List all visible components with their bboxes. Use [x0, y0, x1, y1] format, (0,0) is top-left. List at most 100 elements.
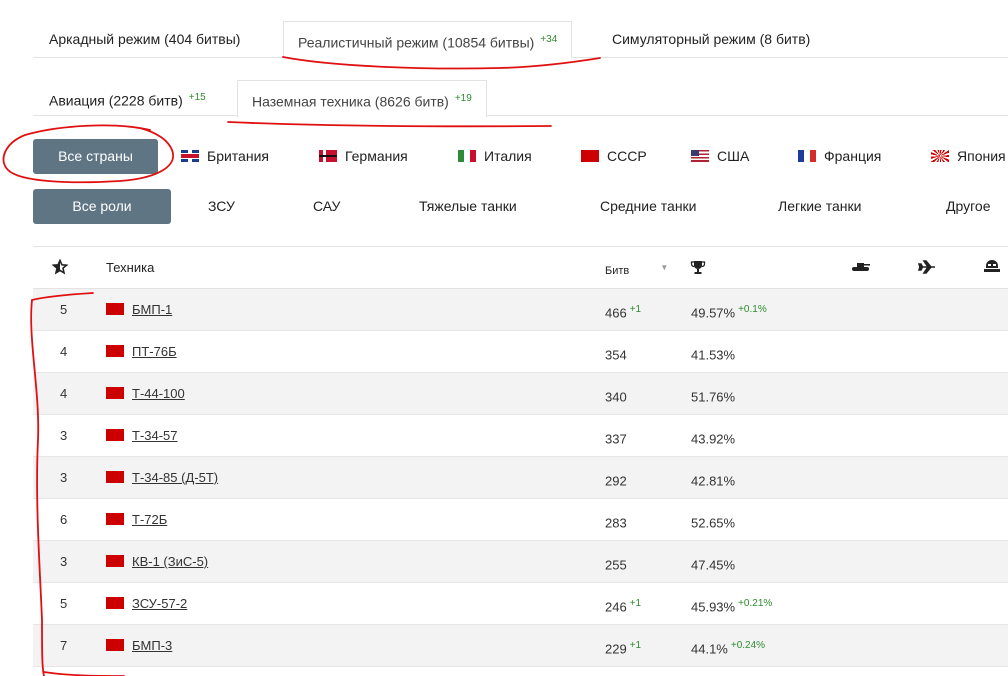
- table-row[interactable]: 3 КВ-1 (ЗиС-5) 255 47.45%: [33, 541, 1008, 583]
- ground-kills-icon[interactable]: [851, 247, 871, 289]
- vehicle-type-tabs: Авиация (2228 битв) +15 Наземная техника …: [33, 80, 1008, 118]
- rank-cell: 4: [60, 344, 68, 359]
- country-germany[interactable]: Германия: [319, 139, 408, 174]
- trophy-icon[interactable]: [690, 247, 706, 289]
- rank-star-icon[interactable]: [51, 247, 70, 289]
- battles-delta: +1: [629, 640, 642, 651]
- role-spaa[interactable]: ЗСУ: [208, 189, 235, 224]
- battles-cell: 255: [605, 557, 627, 573]
- table-header: Техника Битв ▼: [33, 247, 1008, 289]
- winrate-delta: +0.1%: [738, 304, 767, 315]
- table-row[interactable]: 5 ЗСУ-57-2 246 +1 45.93% +0.21%: [33, 583, 1008, 625]
- rank-cell: 7: [60, 638, 68, 653]
- winrate-cell: 47.45%: [691, 557, 736, 573]
- table-body: 5 БМП-1 466 +1 49.57% +0.1% 4 ПТ-76Б 354 41.53% 4 Т…: [33, 289, 1008, 667]
- battles-cell: 340: [605, 389, 627, 405]
- table-row[interactable]: 4 ПТ-76Б 354 41.53%: [33, 331, 1008, 373]
- vehicle-cell: Т-44-100: [106, 373, 185, 415]
- vehicle-link[interactable]: БМП-1: [132, 302, 172, 317]
- ussr-flag-icon: [106, 471, 124, 483]
- vehicle-cell: Т-72Б: [106, 499, 167, 541]
- battles-delta-badge: +34: [540, 34, 558, 45]
- battles-delta: +1: [629, 598, 642, 609]
- table-row[interactable]: 4 Т-44-100 340 51.76%: [33, 373, 1008, 415]
- ussr-flag-icon: [106, 387, 124, 399]
- tab-ground-vehicles[interactable]: Наземная техника (8626 битв) +19: [237, 80, 487, 118]
- usa-flag-icon: [691, 150, 709, 162]
- battles-cell: 292: [605, 473, 627, 489]
- country-ussr[interactable]: СССР: [581, 139, 647, 174]
- vehicle-link[interactable]: ПТ-76Б: [132, 344, 177, 359]
- tab-arcade[interactable]: Аркадный режим (404 битвы): [49, 21, 240, 58]
- air-kills-icon[interactable]: [917, 247, 936, 289]
- ussr-flag-icon: [106, 639, 124, 651]
- battles-delta: +1: [629, 304, 642, 315]
- role-other[interactable]: Другое: [946, 189, 990, 224]
- country-france[interactable]: Франция: [798, 139, 881, 174]
- tab-realistic[interactable]: Реалистичный режим (10854 битвы) +34: [283, 21, 573, 59]
- role-spg[interactable]: САУ: [313, 189, 340, 224]
- vehicle-link[interactable]: Т-44-100: [132, 386, 185, 401]
- col-vehicle[interactable]: Техника: [106, 247, 154, 289]
- battles-delta-badge: +15: [188, 92, 206, 103]
- ussr-flag-icon: [106, 429, 124, 441]
- table-row[interactable]: 5 БМП-1 466 +1 49.57% +0.1%: [33, 289, 1008, 331]
- winrate-cell: 45.93% +0.21%: [691, 598, 773, 615]
- winrate-cell: 43.92%: [691, 431, 736, 447]
- winrate-cell: 49.57% +0.1%: [691, 304, 767, 321]
- vehicle-link[interactable]: БМП-3: [132, 638, 172, 653]
- country-usa[interactable]: США: [691, 139, 749, 174]
- vehicle-link[interactable]: КВ-1 (ЗиС-5): [132, 554, 208, 569]
- vehicle-link[interactable]: ЗСУ-57-2: [132, 596, 187, 611]
- ussr-flag-icon: [106, 513, 124, 525]
- ussr-flag-icon: [106, 555, 124, 567]
- table-row[interactable]: 3 Т-34-57 337 43.92%: [33, 415, 1008, 457]
- col-battles[interactable]: Битв ▼: [605, 247, 668, 289]
- all-countries-button[interactable]: Все страны: [33, 139, 158, 174]
- vehicle-link[interactable]: Т-72Б: [132, 512, 167, 527]
- role-heavy-tanks[interactable]: Тяжелые танки: [419, 189, 517, 224]
- table-row[interactable]: 3 Т-34-85 (Д-5Т) 292 42.81%: [33, 457, 1008, 499]
- vehicle-cell: БМП-3: [106, 625, 172, 667]
- role-medium-tanks[interactable]: Средние танки: [600, 189, 697, 224]
- winrate-cell: 41.53%: [691, 347, 736, 363]
- tab-aviation[interactable]: Авиация (2228 битв) +15: [49, 80, 206, 117]
- rank-cell: 4: [60, 386, 68, 401]
- vehicle-stats-table: Техника Битв ▼ 5 БМП-1 466 +1 49.57% +0.…: [33, 246, 1008, 667]
- germany-flag-icon: [319, 150, 337, 162]
- deaths-icon[interactable]: [983, 247, 1001, 289]
- role-light-tanks[interactable]: Легкие танки: [778, 189, 861, 224]
- vehicle-cell: ЗСУ-57-2: [106, 583, 187, 625]
- rank-cell: 5: [60, 302, 68, 317]
- winrate-cell: 51.76%: [691, 389, 736, 405]
- rank-cell: 3: [60, 428, 68, 443]
- vehicle-link[interactable]: Т-34-85 (Д-5Т): [132, 470, 218, 485]
- winrate-cell: 52.65%: [691, 515, 736, 531]
- country-japan[interactable]: Япония: [931, 139, 1006, 174]
- ussr-flag-icon: [106, 597, 124, 609]
- vehicle-cell: Т-34-85 (Д-5Т): [106, 457, 218, 499]
- table-row[interactable]: 6 Т-72Б 283 52.65%: [33, 499, 1008, 541]
- ussr-flag-icon: [106, 345, 124, 357]
- table-row[interactable]: 7 БМП-3 229 +1 44.1% +0.24%: [33, 625, 1008, 667]
- vehicle-cell: ПТ-76Б: [106, 331, 177, 373]
- tab-simulator[interactable]: Симуляторный режим (8 битв): [612, 21, 810, 58]
- vehicle-link[interactable]: Т-34-57: [132, 428, 178, 443]
- ussr-flag-icon: [106, 303, 124, 315]
- uk-flag-icon: [181, 150, 199, 162]
- battles-delta-badge: +19: [454, 93, 472, 104]
- country-italy[interactable]: Италия: [458, 139, 532, 174]
- country-britain[interactable]: Британия: [181, 139, 269, 174]
- rank-cell: 3: [60, 554, 68, 569]
- role-filter: Все роли ЗСУ САУ Тяжелые танки Средние т…: [33, 189, 1008, 224]
- mode-tabs: Аркадный режим (404 битвы) Реалистичный …: [33, 21, 1008, 59]
- battles-cell: 283: [605, 515, 627, 531]
- all-roles-button[interactable]: Все роли: [33, 189, 171, 224]
- vehicle-cell: БМП-1: [106, 289, 172, 331]
- winrate-delta: +0.24%: [730, 640, 766, 651]
- italy-flag-icon: [458, 150, 476, 162]
- france-flag-icon: [798, 150, 816, 162]
- rank-cell: 6: [60, 512, 68, 527]
- rank-cell: 3: [60, 470, 68, 485]
- battles-cell: 337: [605, 431, 627, 447]
